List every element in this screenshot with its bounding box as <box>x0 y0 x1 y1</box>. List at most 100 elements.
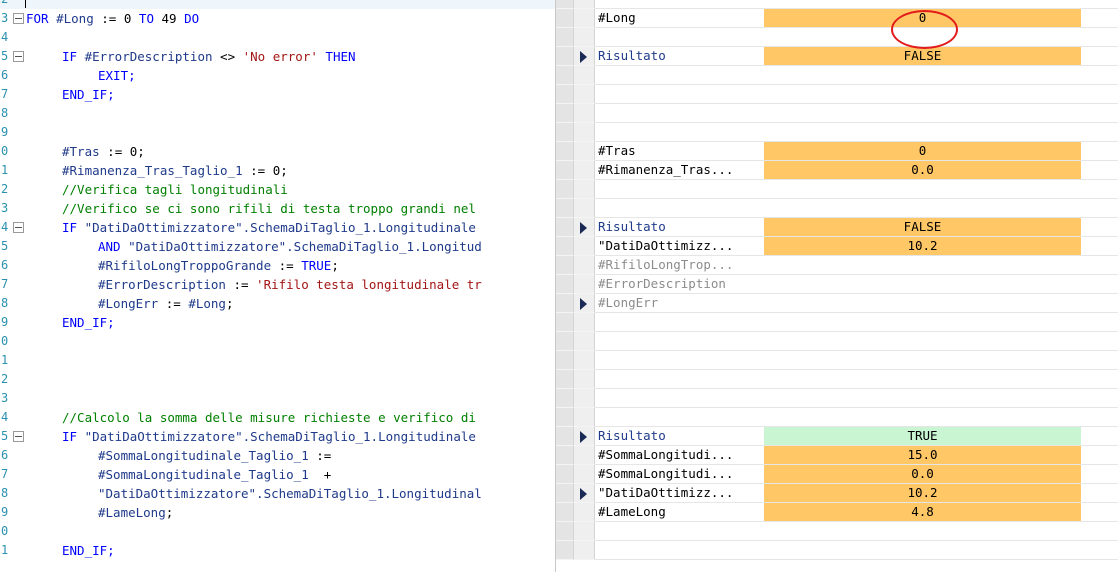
monitor-row: #ErrorDescription <box>556 275 1118 294</box>
code-text: END_IF; <box>62 87 115 102</box>
monitor-spacer <box>1081 180 1118 199</box>
monitor-variable-name: #LameLong <box>594 503 768 522</box>
row-marker-cell[interactable] <box>574 47 595 66</box>
row-marker-cell[interactable] <box>574 142 595 161</box>
monitor-variable-name <box>594 28 768 47</box>
line-number: 8 <box>1 486 9 500</box>
row-marker-cell[interactable] <box>574 313 595 332</box>
collapse-icon[interactable] <box>13 13 24 24</box>
row-marker-cell[interactable] <box>574 370 595 389</box>
collapse-icon[interactable] <box>13 431 24 442</box>
monitor-row <box>556 351 1118 370</box>
monitor-row <box>556 370 1118 389</box>
code-text: FOR #Long := 0 TO 49 DO <box>26 11 200 26</box>
row-marker-cell[interactable] <box>574 332 595 351</box>
row-marker-cell[interactable] <box>574 28 595 47</box>
monitor-variable-name: #LongErr <box>594 294 768 313</box>
monitor-variable-name <box>594 0 768 9</box>
monitor-spacer <box>1081 142 1118 161</box>
row-marker-cell[interactable] <box>574 199 595 218</box>
row-gutter <box>556 522 574 541</box>
row-marker-cell[interactable] <box>574 294 595 313</box>
monitor-panel: #Long 0 Risultato FALSE #Tras 0 #Rimanenza_Tra… <box>555 0 1118 572</box>
monitor-variable-name <box>594 522 768 541</box>
monitor-spacer <box>1081 47 1118 66</box>
monitor-row <box>556 199 1118 218</box>
line-number: 3 <box>1 11 9 25</box>
monitor-variable-name: "DatiDaOttimizz... <box>594 484 768 503</box>
line-number: 6 <box>1 448 9 462</box>
code-text: //Calcolo la somma delle misure richiest… <box>62 410 476 425</box>
monitor-spacer <box>1081 294 1118 313</box>
line-number: 8 <box>1 106 9 120</box>
monitor-row <box>556 0 1118 9</box>
row-marker-cell[interactable] <box>574 9 595 28</box>
row-marker-cell[interactable] <box>574 446 595 465</box>
line-number: 1 <box>1 543 9 557</box>
collapse-icon[interactable] <box>13 222 24 233</box>
row-marker-cell[interactable] <box>574 218 595 237</box>
code-text: IF "DatiDaOttimizzatore".SchemaDiTaglio_… <box>62 429 476 444</box>
row-marker-cell[interactable] <box>574 0 595 9</box>
line-number: 5 <box>1 429 9 443</box>
row-marker-cell[interactable] <box>574 465 595 484</box>
row-marker-cell[interactable] <box>574 484 595 503</box>
expand-arrow-icon[interactable] <box>580 431 587 443</box>
line-number: 6 <box>1 68 9 82</box>
row-marker-cell[interactable] <box>574 161 595 180</box>
monitor-spacer <box>1081 427 1118 446</box>
monitor-value <box>764 294 1081 313</box>
row-marker-cell[interactable] <box>574 85 595 104</box>
monitor-row: "DatiDaOttimizz... 10.2 <box>556 484 1118 503</box>
monitor-spacer <box>1081 332 1118 351</box>
row-marker-cell[interactable] <box>574 237 595 256</box>
monitor-row <box>556 104 1118 123</box>
code-text: AND "DatiDaOttimizzatore".SchemaDiTaglio… <box>98 239 482 254</box>
code-text: #LongErr := #Long; <box>98 296 234 311</box>
expand-arrow-icon[interactable] <box>580 222 587 234</box>
row-marker-cell[interactable] <box>574 123 595 142</box>
monitor-spacer <box>1081 104 1118 123</box>
row-marker-cell[interactable] <box>574 408 595 427</box>
code-text: IF #ErrorDescription <> 'No error' THEN <box>62 49 356 64</box>
row-marker-cell[interactable] <box>574 256 595 275</box>
row-marker-cell[interactable] <box>574 104 595 123</box>
row-marker-cell[interactable] <box>574 389 595 408</box>
monitor-row: Risultato FALSE <box>556 218 1118 237</box>
row-marker-cell[interactable] <box>574 180 595 199</box>
row-gutter <box>556 351 574 370</box>
monitor-value: 0 <box>764 142 1081 161</box>
line-number: 4 <box>1 30 9 44</box>
monitor-row <box>556 313 1118 332</box>
row-marker-cell[interactable] <box>574 503 595 522</box>
row-marker-cell[interactable] <box>574 275 595 294</box>
row-marker-cell[interactable] <box>574 522 595 541</box>
code-text: #SommaLongitudinale_Taglio_1 + <box>98 467 332 482</box>
monitor-value <box>764 85 1081 104</box>
expand-arrow-icon[interactable] <box>580 488 587 500</box>
expand-arrow-icon[interactable] <box>580 298 587 310</box>
monitor-row <box>556 180 1118 199</box>
collapse-icon[interactable] <box>13 51 24 62</box>
monitor-spacer <box>1081 256 1118 275</box>
row-marker-cell[interactable] <box>574 351 595 370</box>
monitor-row <box>556 389 1118 408</box>
row-gutter <box>556 256 574 275</box>
row-marker-cell[interactable] <box>574 66 595 85</box>
expand-arrow-icon[interactable] <box>580 51 587 63</box>
monitor-value <box>764 66 1081 85</box>
monitor-variable-name <box>594 85 768 104</box>
monitor-spacer <box>1081 199 1118 218</box>
monitor-variable-name: #RifiloLongTrop... <box>594 256 768 275</box>
row-gutter <box>556 294 574 313</box>
row-marker-cell[interactable] <box>574 541 595 560</box>
row-marker-cell[interactable] <box>574 427 595 446</box>
monitor-spacer <box>1081 218 1118 237</box>
monitor-value <box>764 123 1081 142</box>
line-number: 6 <box>1 258 9 272</box>
row-gutter <box>556 408 574 427</box>
code-text: END_IF; <box>62 315 115 330</box>
row-gutter <box>556 237 574 256</box>
